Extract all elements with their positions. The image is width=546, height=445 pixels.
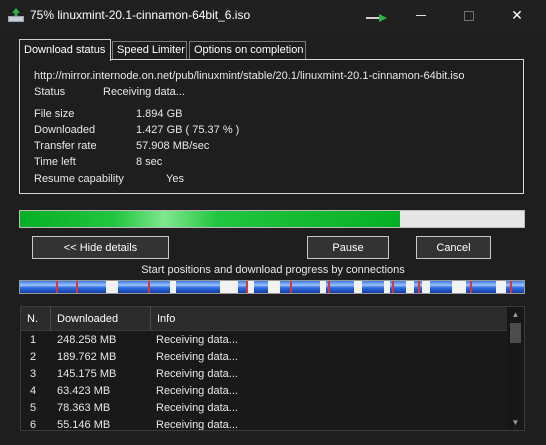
- connections-table[interactable]: N. Downloaded Info 1 248.258 MB Receivin…: [20, 306, 525, 431]
- status-value: Receiving data...: [103, 86, 185, 98]
- cell-number: 1: [30, 334, 37, 346]
- cell-number: 6: [30, 419, 37, 431]
- minimize-icon: [416, 15, 426, 16]
- cell-downloaded: 55.146 MB: [57, 419, 111, 431]
- cell-downloaded: 189.762 MB: [57, 351, 117, 363]
- cell-downloaded: 63.423 MB: [57, 385, 111, 397]
- time-left-value: 8 sec: [136, 156, 163, 168]
- close-button[interactable]: ✕: [494, 0, 540, 31]
- pause-button[interactable]: Pause: [307, 236, 389, 259]
- status-label: Status: [34, 86, 66, 98]
- cell-downloaded: 145.175 MB: [57, 368, 117, 380]
- download-manager-icon: [8, 8, 24, 22]
- cancel-button[interactable]: Cancel: [416, 236, 491, 259]
- table-row[interactable]: 6 55.146 MB Receiving data...: [21, 417, 507, 431]
- cell-number: 5: [30, 402, 37, 414]
- transfer-rate-label: Transfer rate: [34, 140, 97, 152]
- table-row[interactable]: 5 78.363 MB Receiving data...: [21, 400, 507, 417]
- tab-options-on-completion[interactable]: Options on completion: [189, 41, 306, 60]
- connections-progress-graphic: [20, 281, 524, 293]
- transfer-rate-value: 57.908 MB/sec: [136, 140, 210, 152]
- minimize-button[interactable]: [398, 0, 444, 31]
- download-progress-bar: [19, 210, 525, 228]
- cell-info: Receiving data...: [156, 419, 238, 431]
- scroll-down-icon[interactable]: ▼: [507, 415, 524, 430]
- cell-number: 2: [30, 351, 37, 363]
- cell-downloaded: 248.258 MB: [57, 334, 117, 346]
- green-arrow-icon: [366, 14, 387, 22]
- tab-download-status[interactable]: Download status: [19, 39, 111, 61]
- cell-info: Receiving data...: [156, 402, 238, 414]
- column-header-downloaded[interactable]: Downloaded: [51, 307, 151, 331]
- column-header-info[interactable]: Info: [151, 307, 507, 331]
- title-bar: 75% linuxmint-20.1-cinnamon-64bit_6.iso …: [0, 0, 546, 31]
- resume-capability-value: Yes: [166, 173, 184, 185]
- table-row[interactable]: 1 248.258 MB Receiving data...: [21, 332, 507, 349]
- cell-number: 3: [30, 368, 37, 380]
- connections-progress-bar: [19, 280, 525, 294]
- cell-downloaded: 78.363 MB: [57, 402, 111, 414]
- table-row[interactable]: 2 189.762 MB Receiving data...: [21, 349, 507, 366]
- cell-info: Receiving data...: [156, 385, 238, 397]
- cell-info: Receiving data...: [156, 334, 238, 346]
- connections-caption: Start positions and download progress by…: [141, 264, 405, 276]
- download-status-panel: http://mirror.internode.on.net/pub/linux…: [19, 59, 524, 194]
- cell-info: Receiving data...: [156, 368, 238, 380]
- table-row[interactable]: 3 145.175 MB Receiving data...: [21, 366, 507, 383]
- file-size-value: 1.894 GB: [136, 108, 183, 120]
- hide-details-button[interactable]: << Hide details: [32, 236, 169, 259]
- cell-info: Receiving data...: [156, 351, 238, 363]
- maximize-icon: [464, 10, 474, 21]
- resume-capability-label: Resume capability: [34, 173, 124, 185]
- progress-fill: [20, 211, 400, 227]
- tab-speed-limiter[interactable]: Speed Limiter: [112, 41, 187, 60]
- window-title: 75% linuxmint-20.1-cinnamon-64bit_6.iso: [30, 8, 251, 22]
- time-left-label: Time left: [34, 156, 76, 168]
- downloaded-value: 1.427 GB ( 75.37 % ): [136, 124, 240, 136]
- cell-number: 4: [30, 385, 37, 397]
- column-header-number[interactable]: N.: [21, 307, 51, 331]
- download-url: http://mirror.internode.on.net/pub/linux…: [34, 70, 465, 82]
- scrollbar-thumb[interactable]: [510, 323, 521, 343]
- close-icon: ✕: [511, 7, 523, 23]
- maximize-button[interactable]: [446, 0, 492, 31]
- table-row[interactable]: 4 63.423 MB Receiving data...: [21, 383, 507, 400]
- table-header: N. Downloaded Info: [21, 307, 507, 331]
- vertical-scrollbar[interactable]: ▲ ▼: [507, 307, 524, 430]
- downloaded-label: Downloaded: [34, 124, 96, 136]
- file-size-label: File size: [34, 108, 75, 120]
- scroll-up-icon[interactable]: ▲: [507, 307, 524, 322]
